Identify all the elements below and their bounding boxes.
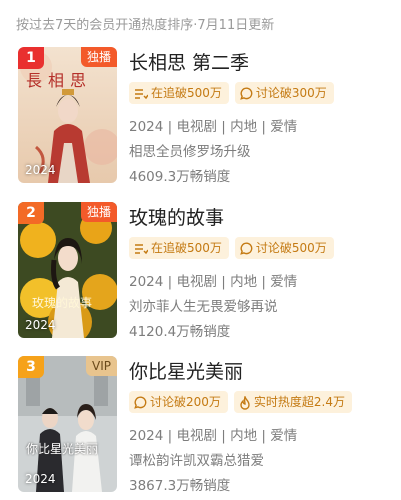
show-tagline: 谭松韵许凯双霸总猎爱: [129, 453, 264, 469]
chat-bubble-icon: [240, 87, 253, 100]
list-icon: [134, 243, 148, 255]
following-badge: 在追破500万: [129, 237, 229, 259]
realtime-heat-badge: 实时热度超2.4万: [233, 391, 352, 413]
show-meta: 2024 | 电视剧 | 内地 | 爱情: [129, 119, 298, 135]
poster-title-text: 你比星光美丽: [26, 442, 99, 456]
chat-bubble-icon: [240, 242, 253, 255]
poster-image[interactable]: 玫瑰的故事 2 独播 2024: [18, 202, 117, 338]
badge-row: 在追破500万 讨论破500万: [129, 237, 340, 259]
sales-index: 4609.3万畅销度: [129, 169, 231, 185]
rank-badge: 2: [18, 202, 44, 224]
poster-image[interactable]: 你比星光美丽 3 VIP 2024: [18, 356, 117, 492]
discussion-badge: 讨论破500万: [234, 237, 334, 259]
ranking-item-3[interactable]: 你比星光美丽 3 VIP 2024 你比星光美丽 讨论破200万 实时热度超2.…: [18, 356, 388, 494]
ranking-item-2[interactable]: 玫瑰的故事 2 独播 2024 玫瑰的故事 在追破500万 讨论破500万 20…: [18, 202, 388, 340]
show-title[interactable]: 玫瑰的故事: [129, 203, 224, 230]
vip-tag: VIP: [86, 356, 117, 376]
rank-badge: 3: [18, 356, 44, 378]
badge-row: 在追破500万 讨论破300万: [129, 82, 340, 104]
discussion-badge: 讨论破300万: [234, 82, 334, 104]
poster-image[interactable]: 長相思 1 独播 2024: [18, 47, 117, 183]
ranking-note: 按过去7天的会员开通热度排序·7月11日更新: [16, 18, 275, 33]
following-badge: 在追破500万: [129, 82, 229, 104]
poster-title-text: 玫瑰的故事: [32, 296, 93, 310]
poster-year: 2024: [25, 318, 56, 332]
poster-year: 2024: [25, 472, 56, 486]
discussion-badge: 讨论破200万: [129, 391, 228, 413]
rank-badge: 1: [18, 47, 44, 69]
show-tagline: 刘亦菲人生无畏爱够再说: [129, 299, 278, 315]
poster-year: 2024: [25, 163, 56, 177]
show-tagline: 相思全员修罗场升级: [129, 144, 251, 160]
show-meta: 2024 | 电视剧 | 内地 | 爱情: [129, 428, 298, 444]
ranking-item-1[interactable]: 長相思 1 独播 2024 长相思 第二季 在追破500万 讨论破300万 20…: [18, 47, 388, 185]
chat-bubble-icon: [134, 396, 147, 409]
show-title[interactable]: 你比星光美丽: [129, 357, 243, 384]
poster-title-text: 長相思: [26, 71, 93, 90]
badge-row: 讨论破200万 实时热度超2.4万: [129, 391, 358, 413]
list-icon: [134, 88, 148, 100]
sales-index: 3867.3万畅销度: [129, 478, 231, 494]
exclusive-tag: 独播: [80, 202, 117, 222]
flame-icon: [239, 395, 251, 410]
show-meta: 2024 | 电视剧 | 内地 | 爱情: [129, 274, 298, 290]
show-title[interactable]: 长相思 第二季: [129, 48, 249, 75]
exclusive-tag: 独播: [80, 47, 117, 67]
sales-index: 4120.4万畅销度: [129, 324, 231, 340]
